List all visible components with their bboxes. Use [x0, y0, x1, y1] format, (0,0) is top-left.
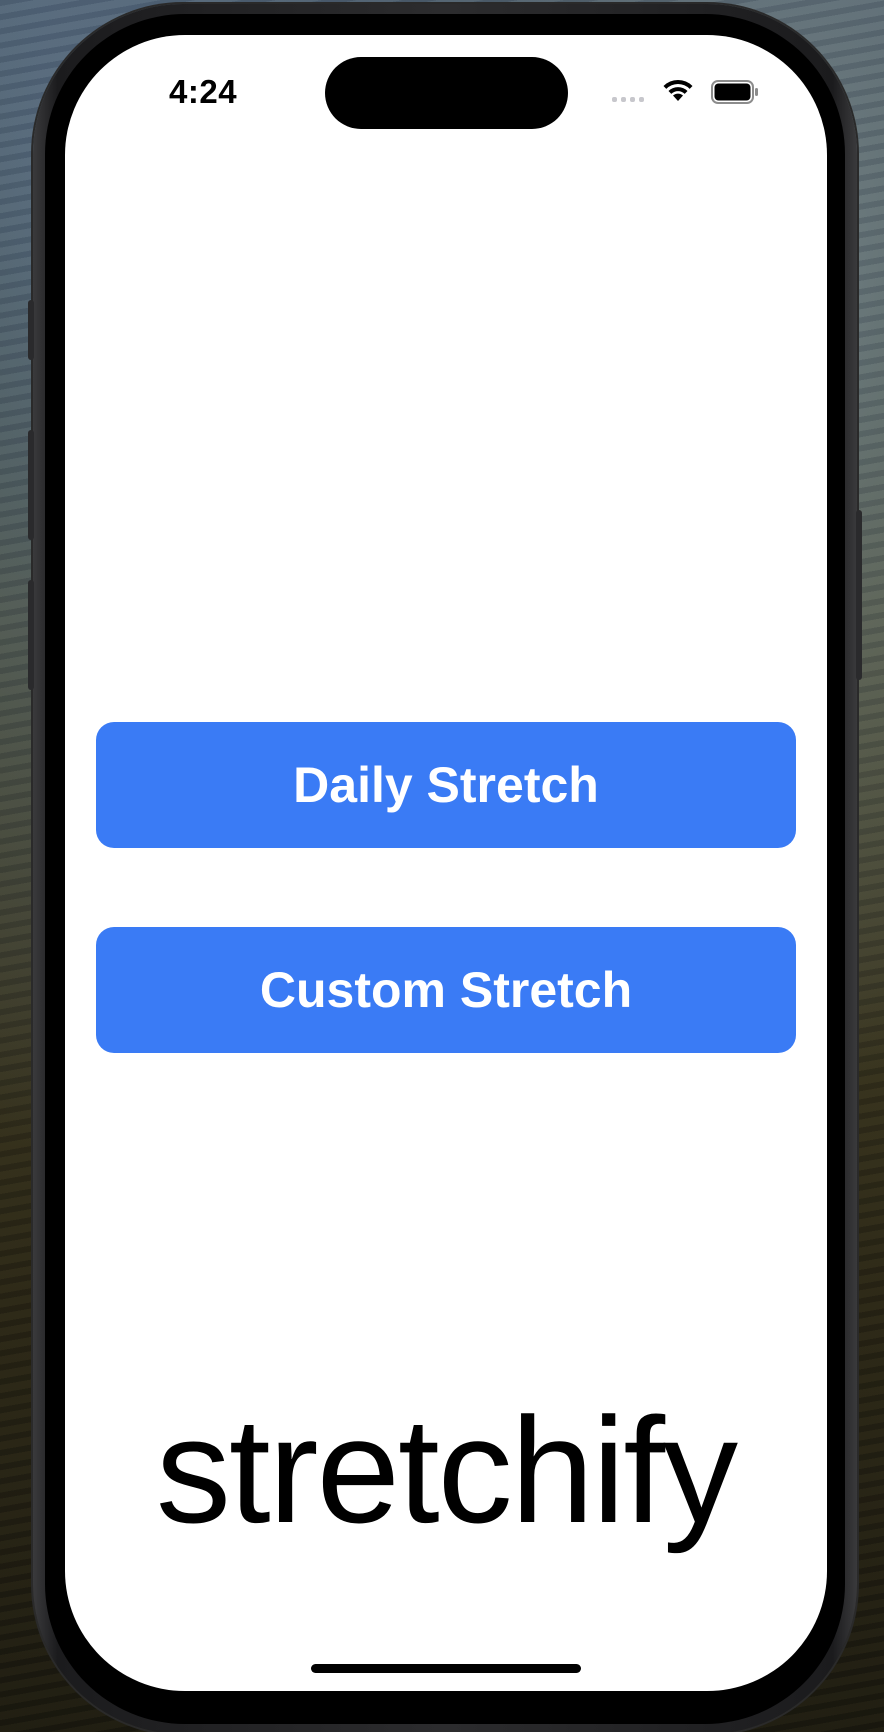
- phone-side-button: [856, 510, 862, 680]
- battery-icon: [711, 80, 758, 104]
- wallpaper-background: 4:24 Daily Stretch Custom Stretch stretc…: [0, 0, 884, 1732]
- custom-stretch-button[interactable]: Custom Stretch: [96, 927, 796, 1053]
- dynamic-island: [325, 57, 568, 129]
- app-screen: 4:24 Daily Stretch Custom Stretch stretc…: [65, 35, 827, 1691]
- phone-volume-up-button: [28, 430, 34, 540]
- home-indicator[interactable]: [311, 1664, 581, 1673]
- status-bar-time: 4:24: [169, 73, 238, 110]
- phone-action-button: [28, 300, 34, 360]
- app-brand-logo-text: stretchify: [155, 1386, 738, 1554]
- wifi-icon: [663, 79, 693, 101]
- cellular-signal-icon: [612, 97, 644, 102]
- phone-volume-down-button: [28, 580, 34, 690]
- daily-stretch-button[interactable]: Daily Stretch: [96, 722, 796, 848]
